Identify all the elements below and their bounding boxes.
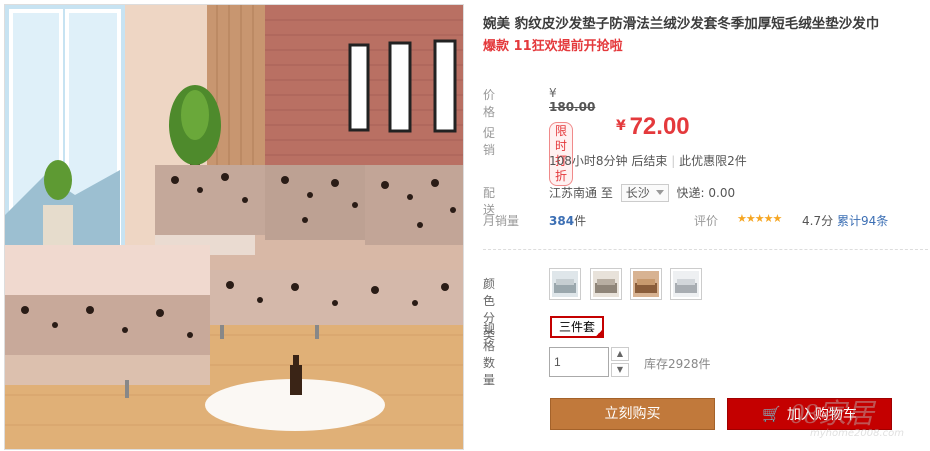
limit-text: 此优惠限2件 — [679, 154, 747, 168]
add-to-cart-button[interactable]: 🛒 加入购物车 — [727, 398, 892, 430]
ship-from: 江苏南通 — [549, 186, 598, 200]
cart-icon: 🛒 — [762, 405, 781, 423]
color-swatch-1[interactable] — [549, 268, 581, 300]
color-swatch-2[interactable] — [590, 268, 622, 300]
spec-label: 规格 — [483, 322, 496, 353]
spec-option-selected[interactable]: 三件套 — [550, 316, 605, 338]
product-title: 婉美 豹纹皮沙发垫子防滑法兰绒沙发套冬季加厚短毛绒坐垫沙发巾 — [483, 16, 880, 32]
ship-to-word: 至 — [600, 186, 613, 200]
sale-currency: ¥ — [616, 118, 626, 134]
spec-option-label: 三件套 — [559, 320, 596, 334]
destination-select[interactable]: 长沙 — [620, 184, 669, 202]
timer-text: 108小时8分钟 后结束 — [549, 154, 668, 168]
original-currency: ¥ — [549, 86, 557, 100]
monthly-sales: 384件 — [549, 212, 586, 229]
quantity-label: 数量 — [483, 356, 496, 387]
quantity-decrease-button[interactable]: ▼ — [611, 363, 629, 377]
add-to-cart-label: 加入购物车 — [786, 407, 857, 423]
reviews-link[interactable]: 累计94条 — [837, 212, 888, 229]
rating-score: 4.7分 — [802, 214, 834, 228]
promo-tagline: 爆款 11狂欢提前开抢啦 — [483, 39, 623, 54]
sales-label: 月销量 — [483, 214, 520, 228]
buy-now-button[interactable]: 立刻购买 — [550, 398, 715, 430]
color-swatch-4[interactable] — [670, 268, 702, 300]
sale-price: ¥ 72.00 — [616, 113, 690, 141]
quantity-increase-button[interactable]: ▲ — [611, 347, 629, 361]
star-rating-icon: ★★★★★ — [737, 212, 782, 225]
sales-count: 384 — [549, 214, 575, 228]
destination-value: 长沙 — [625, 186, 650, 200]
stock-count: 库存2928件 — [644, 357, 711, 371]
promotion-label: 促销 — [483, 126, 496, 157]
promo-timer: 108小时8分钟 后结束 | 此优惠限2件 — [549, 154, 747, 168]
sales-unit: 件 — [574, 214, 587, 228]
original-price: ¥ 180.00 — [549, 86, 595, 114]
product-photo[interactable] — [4, 4, 464, 450]
quantity-input[interactable]: 1 — [549, 347, 609, 377]
shipping-fee: 快递: 0.00 — [676, 186, 736, 200]
shipping-info: 江苏南通 至 长沙 快递: 0.00 — [549, 184, 735, 202]
price-label: 价格 — [483, 88, 496, 119]
sale-amount: 72.00 — [629, 113, 690, 140]
original-price-value: 180.00 — [549, 100, 596, 114]
selected-check-icon — [594, 328, 605, 338]
chevron-down-icon — [655, 190, 664, 195]
rating-label: 评价 — [694, 214, 719, 228]
divider — [483, 249, 928, 250]
color-swatch-3[interactable] — [630, 268, 662, 300]
